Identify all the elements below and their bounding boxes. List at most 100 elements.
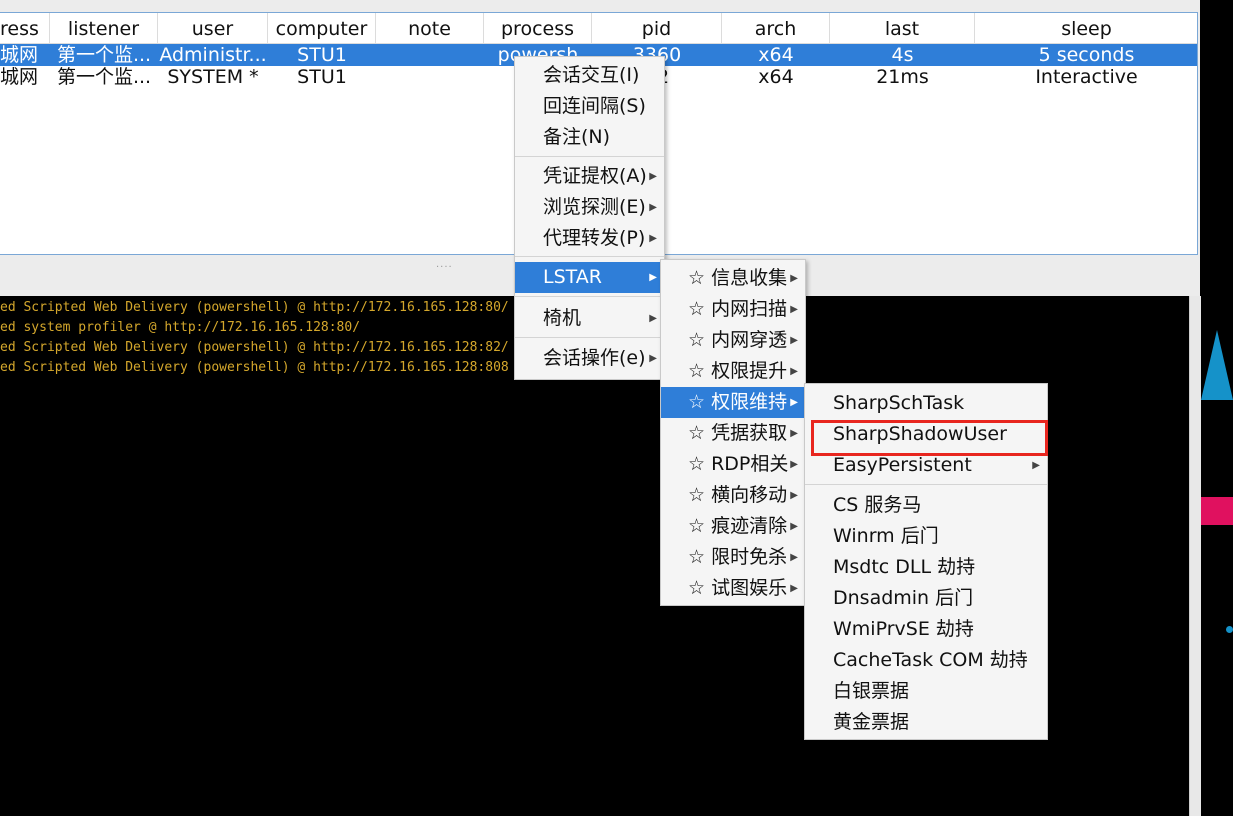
col-note[interactable]: note	[376, 13, 484, 43]
decor-triangle	[1201, 330, 1233, 400]
menu-item-lateral[interactable]: ☆ 横向移动 ▶	[661, 480, 805, 511]
menu-item-elevate[interactable]: 凭证提权(A) ▶	[515, 161, 664, 192]
menu-item-fun[interactable]: ☆ 试图娱乐 ▶	[661, 573, 805, 604]
highlight-annotation-box	[811, 420, 1048, 456]
menu-separator	[515, 337, 664, 338]
right-background	[1200, 0, 1233, 816]
col-address[interactable]: ress	[0, 13, 50, 43]
splitter-grip[interactable]: ....	[436, 259, 453, 270]
menu-item-privesc[interactable]: ☆ 权限提升 ▶	[661, 356, 805, 387]
cell-last: 4s	[891, 44, 914, 66]
menu-item-label: ☆ 限时免杀	[688, 546, 788, 568]
col-user[interactable]: user	[158, 13, 268, 43]
cell-arch: x64	[758, 66, 794, 88]
submenu-arrow-icon: ▶	[790, 397, 798, 408]
col-arch[interactable]: arch	[722, 13, 830, 43]
menu-item-wmiprvse[interactable]: WmiPrvSE 劫持	[805, 614, 1047, 645]
menu-item-explore[interactable]: 浏览探测(E) ▶	[515, 192, 664, 223]
menu-item-cs-service[interactable]: CS 服务马	[805, 490, 1047, 521]
menu-item-label: ☆ 试图娱乐	[688, 577, 788, 599]
menu-item-golden-ticket[interactable]: 黄金票据	[805, 707, 1047, 738]
menu-item-label: ☆ 权限提升	[688, 360, 788, 382]
submenu-arrow-icon: ▶	[790, 459, 798, 470]
menu-separator	[515, 256, 664, 257]
console-line: ed Scripted Web Delivery (powershell) @ …	[0, 340, 509, 355]
menu-item-av-bypass[interactable]: ☆ 限时免杀 ▶	[661, 542, 805, 573]
col-last[interactable]: last	[830, 13, 975, 43]
menu-item-label: 备注(N)	[543, 126, 611, 148]
col-sleep[interactable]: sleep	[975, 13, 1198, 43]
menu-item-label: ☆ 信息收集	[688, 267, 788, 289]
cell-sleep: 5 seconds	[1038, 44, 1135, 66]
console-line: ed Scripted Web Delivery (powershell) @ …	[0, 300, 509, 315]
submenu-arrow-icon: ▶	[649, 202, 657, 213]
submenu-arrow-icon: ▶	[649, 171, 657, 182]
menu-item-label: 浏览探测(E)	[543, 196, 646, 218]
console-line: ed Scripted Web Delivery (powershell) @ …	[0, 360, 509, 375]
submenu-arrow-icon: ▶	[649, 272, 657, 283]
submenu-arrow-icon: ▶	[790, 490, 798, 501]
cell-arch: x64	[758, 44, 794, 66]
menu-item-dnsadmin[interactable]: Dnsadmin 后门	[805, 583, 1047, 614]
menu-item-chair[interactable]: 椅机 ▶	[515, 303, 664, 334]
col-listener[interactable]: listener	[50, 13, 158, 43]
menu-separator	[515, 156, 664, 157]
cell-address: 城网	[0, 66, 39, 88]
menu-item-cachetask-com[interactable]: CacheTask COM 劫持	[805, 645, 1047, 676]
menu-item-label: 回连间隔(S)	[543, 95, 646, 117]
menu-item-label: 白银票据	[833, 680, 910, 702]
menu-item-session-ops[interactable]: 会话操作(e) ▶	[515, 343, 664, 374]
menu-item-label: Msdtc DLL 劫持	[833, 556, 976, 578]
console-scrollbar[interactable]	[1189, 296, 1201, 816]
menu-item-silver-ticket[interactable]: 白银票据	[805, 676, 1047, 707]
menu-item-label: 会话交互(I)	[543, 64, 640, 86]
cell-last: 21ms	[876, 66, 929, 88]
menu-item-label: 黄金票据	[833, 711, 910, 733]
menu-item-sleep[interactable]: 回连间隔(S)	[515, 91, 664, 122]
menu-item-label: ☆ 痕迹清除	[688, 515, 788, 537]
col-computer[interactable]: computer	[268, 13, 376, 43]
menu-item-label: SharpSchTask	[833, 392, 965, 414]
menu-item-rdp[interactable]: ☆ RDP相关 ▶	[661, 449, 805, 480]
menu-item-winrm-backdoor[interactable]: Winrm 后门	[805, 521, 1047, 552]
submenu-arrow-icon: ▶	[790, 583, 798, 594]
col-pid[interactable]: pid	[592, 13, 722, 43]
cell-computer: STU1	[297, 66, 347, 88]
menu-item-tunneling[interactable]: ☆ 内网穿透 ▶	[661, 325, 805, 356]
menu-item-intranet-scan[interactable]: ☆ 内网扫描 ▶	[661, 294, 805, 325]
submenu-arrow-icon: ▶	[790, 273, 798, 284]
table-header: ress listener user computer note process…	[0, 13, 1197, 44]
menu-item-msdtc-dll[interactable]: Msdtc DLL 劫持	[805, 552, 1047, 583]
menu-item-lstar[interactable]: LSTAR ▶	[515, 262, 664, 293]
menu-item-label: 凭证提权(A)	[543, 165, 647, 187]
col-process[interactable]: process	[484, 13, 592, 43]
menu-item-label: ☆ 内网扫描	[688, 298, 788, 320]
cell-listener: 第一个监...	[56, 44, 152, 66]
submenu-arrow-icon: ▶	[790, 335, 798, 346]
lstar-submenu: ☆ 信息收集 ▶ ☆ 内网扫描 ▶ ☆ 内网穿透 ▶ ☆ 权限提升 ▶ ☆ 权限维持 ▶ …	[660, 259, 806, 606]
menu-item-trace-clear[interactable]: ☆ 痕迹清除 ▶	[661, 511, 805, 542]
cell-user: Administr...	[159, 44, 267, 66]
menu-item-label: LSTAR	[543, 266, 602, 288]
menu-item-sharpschtask[interactable]: SharpSchTask	[805, 388, 1047, 419]
menu-item-persistence[interactable]: ☆ 权限维持 ▶	[661, 387, 805, 418]
menu-separator	[515, 296, 664, 297]
menu-item-note[interactable]: 备注(N)	[515, 122, 664, 153]
submenu-arrow-icon: ▶	[790, 366, 798, 377]
cell-computer: STU1	[297, 44, 347, 66]
session-context-menu: 会话交互(I) 回连间隔(S) 备注(N) 凭证提权(A) ▶ 浏览探测(E) ▶ …	[514, 56, 665, 380]
menu-item-label: Dnsadmin 后门	[833, 587, 974, 609]
console-line: ed system profiler @ http://172.16.165.1…	[0, 320, 361, 335]
menu-item-info-gather[interactable]: ☆ 信息收集 ▶	[661, 263, 805, 294]
menu-item-label: ☆ 内网穿透	[688, 329, 788, 351]
menu-item-label: ☆ 凭据获取	[688, 422, 788, 444]
menu-item-label: ☆ 横向移动	[688, 484, 788, 506]
menu-item-credentials[interactable]: ☆ 凭据获取 ▶	[661, 418, 805, 449]
menu-item-label: CS 服务马	[833, 494, 922, 516]
submenu-arrow-icon: ▶	[790, 304, 798, 315]
cell-note	[376, 44, 484, 66]
cell-note	[376, 66, 484, 88]
menu-item-interact[interactable]: 会话交互(I)	[515, 60, 664, 91]
menu-item-pivot[interactable]: 代理转发(P) ▶	[515, 223, 664, 254]
submenu-arrow-icon: ▶	[790, 521, 798, 532]
